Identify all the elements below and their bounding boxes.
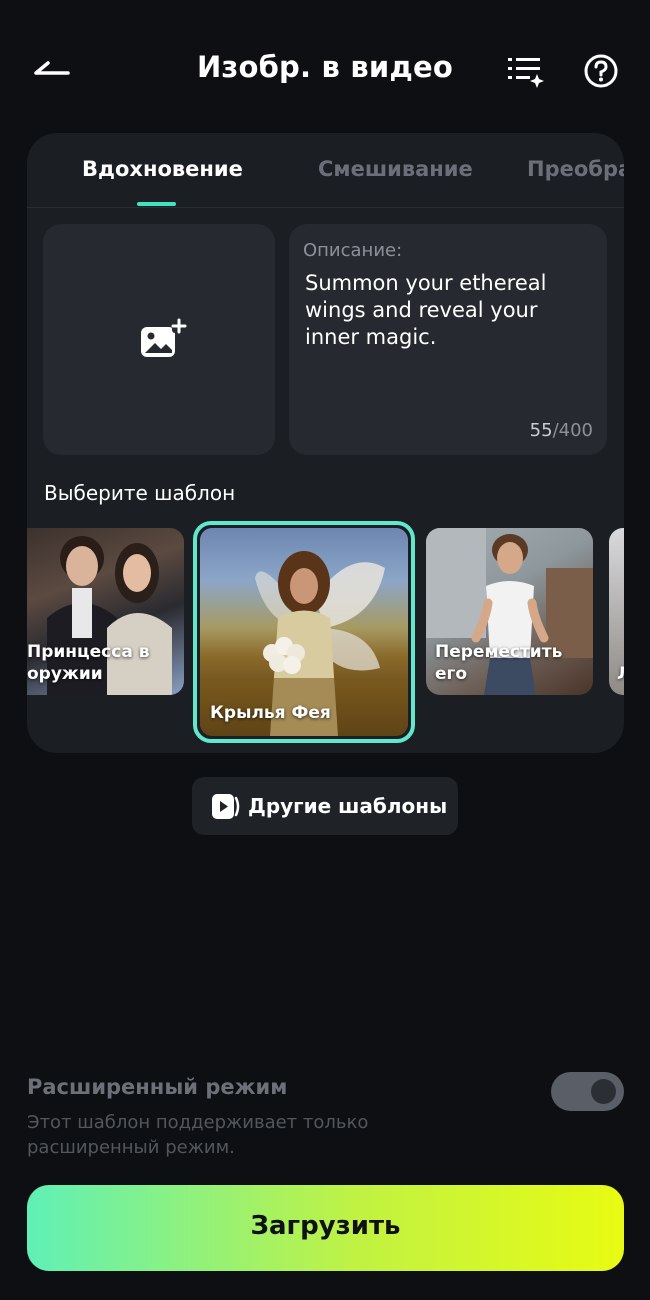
history-list-button[interactable] [504,50,546,90]
tab-blending[interactable]: Смешивание [318,157,473,181]
image-upload-box[interactable] [43,224,275,455]
tab-transform[interactable]: Преобра [527,157,624,181]
advanced-mode-toggle[interactable] [551,1072,624,1111]
header: Изобр. в видео [0,0,650,140]
description-text[interactable]: Summon your ethereal wings and reveal yo… [305,270,590,351]
back-button[interactable] [28,48,78,92]
template-move-it[interactable]: Переместить его [426,528,593,695]
tab-inspiration[interactable]: Вдохновение [82,157,243,181]
template-card: Вдохновение Смешивание Преобра Описание:… [27,133,624,753]
template-next[interactable]: Л [609,528,624,695]
template-label: Переместить его [435,642,563,684]
template-label: Крылья Фея [210,703,331,723]
advanced-mode-title: Расширенный режим [27,1075,288,1099]
more-templates-button[interactable]: Другие шаблоны [192,777,458,835]
add-image-icon [141,318,187,357]
help-button[interactable] [580,50,622,92]
description-label: Описание: [303,240,403,261]
description-field[interactable]: Описание: Summon your ethereal wings and… [289,224,607,455]
help-circle-icon [584,54,618,88]
upload-button[interactable]: Загрузить [27,1185,624,1271]
advanced-mode-description: Этот шаблон поддерживает только расширен… [27,1112,369,1158]
character-max: /400 [552,420,593,441]
tab-bar: Вдохновение Смешивание Преобра [27,133,624,208]
template-label: Принцесса в оружии [27,642,150,684]
template-label: Л [617,663,624,685]
upload-button-label: Загрузить [250,1211,401,1241]
template-section-label: Выберите шаблон [44,481,236,505]
template-carousel: Принцесса в оружии Крылья Фея Переместит… [27,521,624,746]
toggle-knob [591,1079,616,1104]
template-fairy-wings[interactable]: Крылья Фея [193,521,415,743]
list-sparkle-icon [508,58,544,88]
character-count: 55 [529,420,553,441]
template-princess[interactable]: Принцесса в оружии [27,528,184,695]
character-counter: 55/400 [530,420,593,441]
tab-indicator [137,202,176,206]
more-templates-label: Другие шаблоны [248,794,448,818]
back-arrow-icon [34,61,70,75]
template-fairy-thumbnail: Крылья Фея [200,528,408,736]
page-title: Изобр. в видео [196,50,454,84]
video-play-icon [212,794,240,819]
